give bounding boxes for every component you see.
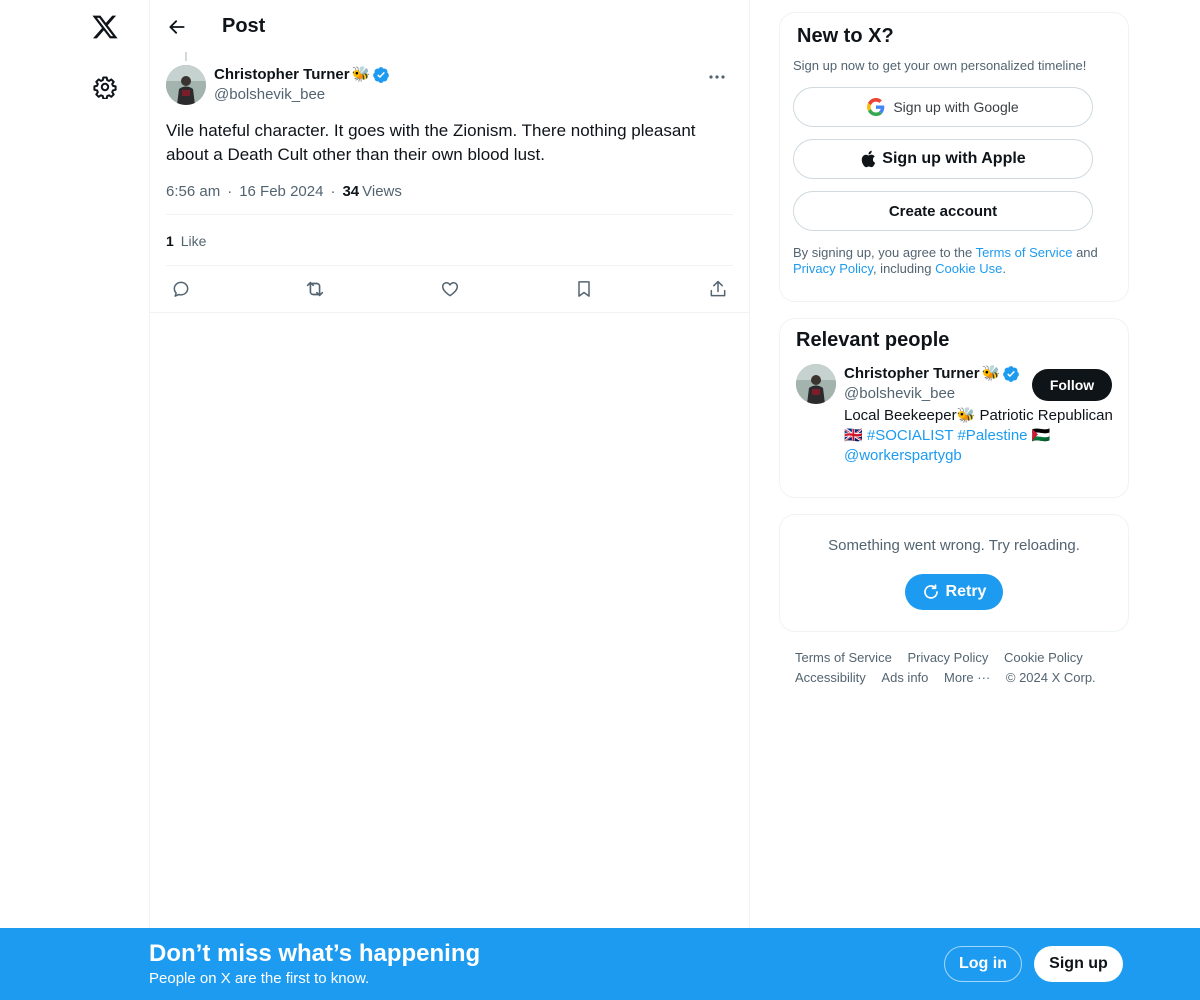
uk-flag-emoji: 🇬🇧 xyxy=(844,427,863,444)
signup-card: New to X? Sign up now to get your own pe… xyxy=(779,12,1129,302)
follow-button[interactable]: Follow xyxy=(1032,369,1112,401)
hashtag-link[interactable]: #SOCIALIST xyxy=(867,427,953,444)
page-header: Post xyxy=(150,0,749,53)
main-column: Post Christopher Turner 🐝 @bolshevik_bee… xyxy=(149,0,750,1000)
google-icon xyxy=(867,98,885,116)
palestine-flag-emoji: 🇵🇸 xyxy=(1031,427,1051,444)
avatar[interactable] xyxy=(796,364,836,404)
error-card: Something went wrong. Try reloading. Ret… xyxy=(779,514,1129,632)
signup-apple-button[interactable]: Sign up with Apple xyxy=(793,139,1093,179)
footer-link-accessibility[interactable]: Accessibility xyxy=(795,668,866,688)
footer-link-terms[interactable]: Terms of Service xyxy=(795,648,892,668)
signup-prompt-bar: Don’t miss what’s happening People on X … xyxy=(0,928,1200,1000)
views-count: 34 xyxy=(342,183,360,200)
legal-and: and xyxy=(1076,245,1098,260)
person-item[interactable]: Christopher Turner 🐝 @bolshevik_bee Loca… xyxy=(796,364,1114,466)
post-text: Vile hateful character. It goes with the… xyxy=(166,121,696,164)
signup-subtitle: Sign up now to get your own personalized… xyxy=(793,58,1087,73)
separator-dot: · xyxy=(227,183,233,200)
relevant-people-card: Relevant people Christopher Turner 🐝 @bo… xyxy=(779,318,1129,498)
verified-badge-icon xyxy=(373,67,390,83)
bee-emoji: 🐝 xyxy=(956,407,976,424)
person-name-text: Christopher Turner xyxy=(844,365,980,382)
apple-icon xyxy=(862,150,876,168)
likes-row[interactable]: 1 Like xyxy=(166,215,733,266)
post-time[interactable]: 6:56 am xyxy=(166,183,220,200)
bottom-bar-subtitle: People on X are the first to know. xyxy=(149,970,370,987)
likes-label: Like xyxy=(180,233,207,249)
bee-emoji: 🐝 xyxy=(981,365,1001,382)
retry-button[interactable]: Retry xyxy=(905,574,1003,610)
reply-icon[interactable] xyxy=(170,278,192,300)
post-actions xyxy=(150,266,749,313)
post: Christopher Turner 🐝 @bolshevik_bee Vile… xyxy=(150,52,749,313)
share-icon[interactable] xyxy=(707,278,729,300)
post-meta: 6:56 am · 16 Feb 2024 · 34 Views xyxy=(166,183,733,215)
legal-end: . xyxy=(1002,261,1006,276)
terms-link[interactable]: Terms of Service xyxy=(976,245,1073,260)
author-name[interactable]: Christopher Turner 🐝 xyxy=(214,65,390,85)
footer-link-privacy[interactable]: Privacy Policy xyxy=(907,648,988,668)
cookie-link[interactable]: Cookie Use xyxy=(935,261,1002,276)
left-nav xyxy=(0,0,150,1000)
legal-including: , including xyxy=(872,261,932,276)
gear-icon[interactable] xyxy=(86,68,124,106)
more-options-icon[interactable] xyxy=(703,67,731,87)
post-author: Christopher Turner 🐝 @bolshevik_bee xyxy=(166,53,733,105)
signup-title: New to X? xyxy=(797,25,894,47)
signup-apple-label: Sign up with Apple xyxy=(882,150,1026,167)
signup-google-label: Sign up with Google xyxy=(893,99,1019,115)
retry-label: Retry xyxy=(945,583,987,600)
bottom-bar-title: Don’t miss what’s happening xyxy=(149,940,481,967)
error-message: Something went wrong. Try reloading. xyxy=(828,537,1080,554)
privacy-link[interactable]: Privacy Policy xyxy=(793,261,873,276)
signup-button[interactable]: Sign up xyxy=(1034,946,1123,982)
signup-legal-text: By signing up, you agree to the Terms of… xyxy=(793,245,1113,277)
bio-text: Local Beekeeper xyxy=(844,407,957,424)
bio-text: Patriotic Republican xyxy=(975,407,1113,424)
footer-link-cookie[interactable]: Cookie Policy xyxy=(1004,648,1083,668)
page-title: Post xyxy=(222,15,266,37)
footer-link-more[interactable]: More ··· xyxy=(944,668,990,688)
legal-prefix: By signing up, you agree to the xyxy=(793,245,973,260)
avatar[interactable] xyxy=(166,65,206,105)
author-handle[interactable]: @bolshevik_bee xyxy=(214,85,390,105)
hashtag-link[interactable]: #Palestine xyxy=(957,427,1027,444)
footer-links: Terms of Service Privacy Policy Cookie P… xyxy=(795,648,1115,688)
repost-icon[interactable] xyxy=(304,278,326,300)
login-button[interactable]: Log in xyxy=(944,946,1022,982)
person-bio: Local Beekeeper🐝 Patriotic Republican 🇬🇧… xyxy=(844,406,1114,466)
author-name-text: Christopher Turner xyxy=(214,66,350,83)
bee-emoji: 🐝 xyxy=(351,66,371,83)
signup-google-button[interactable]: Sign up with Google xyxy=(793,87,1093,127)
separator-dot: · xyxy=(330,183,336,200)
relevant-people-title: Relevant people xyxy=(796,329,950,351)
x-logo-icon[interactable] xyxy=(86,8,124,46)
create-account-button[interactable]: Create account xyxy=(793,191,1093,231)
likes-count: 1 xyxy=(166,233,174,249)
refresh-icon xyxy=(923,584,938,599)
copyright: © 2024 X Corp. xyxy=(1005,670,1096,685)
verified-badge-icon xyxy=(1003,366,1020,382)
bookmark-icon[interactable] xyxy=(573,278,595,300)
views-label: Views xyxy=(362,183,402,200)
arrow-left-icon[interactable] xyxy=(166,16,188,38)
mention-link[interactable]: @workerspartygb xyxy=(844,447,962,464)
post-date[interactable]: 16 Feb 2024 xyxy=(239,183,323,200)
like-icon[interactable] xyxy=(439,278,461,300)
footer-link-ads[interactable]: Ads info xyxy=(881,668,928,688)
